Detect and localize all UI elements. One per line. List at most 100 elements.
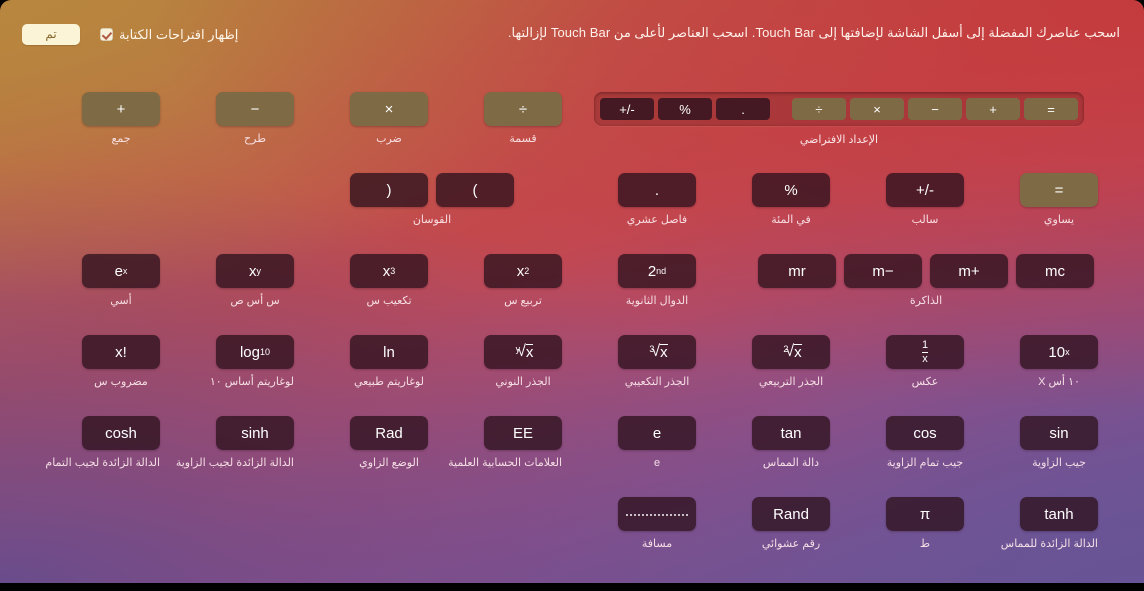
key-log10[interactable]: log 10 [216,335,294,369]
palette-item-add[interactable]: + جمع [82,92,160,146]
palette-item-reciprocal[interactable]: 1x عكس [886,335,964,389]
key-percent[interactable]: % [752,173,830,207]
key-random[interactable]: Rand [752,497,830,531]
touchbar-key-divide[interactable]: ÷ [792,98,846,120]
key-rad[interactable]: Rad [350,416,428,450]
touchbar-key-decimal[interactable]: . [716,98,770,120]
key-tanh[interactable]: tanh [1020,497,1098,531]
palette-item-subtract[interactable]: − طرح [216,92,294,146]
touchbar-key-add[interactable]: + [966,98,1020,120]
palette-item-percent[interactable]: % في المئة [752,173,830,227]
key-ee[interactable]: EE [484,416,562,450]
key-sign[interactable]: +/- [886,173,964,207]
palette-item-decimal[interactable]: . فاصل عشري [618,173,696,227]
touchbar-key-equals[interactable]: = [1024,98,1078,120]
touchbar-key-subtract[interactable]: − [908,98,962,120]
show-typing-suggestions-row[interactable]: إظهار اقتراحات الكتابة [100,24,238,45]
header-bar: اسحب عناصرك المفضلة إلى أسفل الشاشة لإضا… [0,0,1144,58]
touchbar-key-multiply[interactable]: × [850,98,904,120]
palette-item-tan[interactable]: tan دالة المماس [752,416,830,470]
key-multiply[interactable]: × [350,92,428,126]
caption-percent: في المئة [771,214,811,226]
key-paren-close[interactable]: ) [350,173,428,207]
caption-sin: جيب الزاوية [1032,457,1086,469]
palette-item-sinh[interactable]: sinh الدالة الزائدة لجيب الزاوية [176,416,294,470]
palette-item-ee[interactable]: EE العلامات الحسابية العلمية [448,416,562,470]
key-x-power-y[interactable]: xy [216,254,294,288]
palette-item-random[interactable]: Rand رقم عشوائي [752,497,830,551]
key-sin[interactable]: sin [1020,416,1098,450]
palette-row-trig: cosh الدالة الزائدة لجيب التمام sinh الد… [0,416,1144,492]
key-cos[interactable]: cos [886,416,964,450]
key-add[interactable]: + [82,92,160,126]
key-divide[interactable]: ÷ [484,92,562,126]
palette-row-logs-roots: x! مضروب س log 10 لوغاريتم أساس ١٠ ln لوغ… [0,335,1144,411]
key-cube[interactable]: x3 [350,254,428,288]
palette-item-tanh[interactable]: tanh الدالة الزائدة للمماس [1001,497,1098,551]
caption-exp: أسي [110,295,132,307]
key-e-constant[interactable]: e [618,416,696,450]
caption-subtract: طرح [244,133,266,145]
key-subtract[interactable]: − [216,92,294,126]
key-space[interactable] [618,497,696,531]
key-pi[interactable]: π [886,497,964,531]
caption-cube-root: الجذر التكعيبي [624,376,690,388]
current-touch-bar-strip[interactable]: = + − × ÷ . % +/- [594,92,1084,126]
palette-item-cube-root[interactable]: 3 √ x الجذر التكعيبي [618,335,696,389]
palette-item-nth-root[interactable]: y √ x الجذر النوني [484,335,562,389]
key-reciprocal[interactable]: 1x [886,335,964,369]
palette-item-factorial[interactable]: x! مضروب س [82,335,160,389]
palette-item-divide[interactable]: ÷ قسمة [484,92,562,146]
key-cosh[interactable]: cosh [82,416,160,450]
palette-item-memory-group[interactable]: mc m+ m− mr الذاكرة [754,254,1098,308]
key-memory-clear[interactable]: mc [1016,254,1094,288]
palette-item-parentheses[interactable]: ( ) القوسان [346,173,518,227]
done-button[interactable]: تم [22,24,80,45]
key-second-functions[interactable]: 2nd [618,254,696,288]
key-memory-recall[interactable]: mr [758,254,836,288]
palette-item-sin[interactable]: sin جيب الزاوية [1020,416,1098,470]
caption-nth-root: الجذر النوني [495,376,551,388]
palette-item-cube[interactable]: x3 تكعيب س [350,254,428,308]
palette-item-sign[interactable]: +/- سالب [886,173,964,227]
palette-item-square[interactable]: x2 تربيع س [484,254,562,308]
palette-item-pi[interactable]: π ط [886,497,964,551]
key-sinh[interactable]: sinh [216,416,294,450]
show-typing-suggestions-checkbox[interactable] [100,28,113,41]
key-square[interactable]: x2 [484,254,562,288]
key-memory-subtract[interactable]: m− [844,254,922,288]
key-cube-root[interactable]: 3 √ x [618,335,696,369]
palette-item-x-power-y[interactable]: xy س أس ص [216,254,294,308]
palette-item-equals[interactable]: = يساوي [1020,173,1098,227]
key-ln[interactable]: ln [350,335,428,369]
key-tan[interactable]: tan [752,416,830,450]
key-factorial[interactable]: x! [82,335,160,369]
touchbar-key-sign[interactable]: +/- [600,98,654,120]
key-nth-root[interactable]: y √ x [484,335,562,369]
touchbar-key-percent[interactable]: % [658,98,712,120]
caption-pi: ط [919,538,931,550]
palette-item-e-constant[interactable]: e e [618,416,696,470]
palette-item-exp[interactable]: ex أسي [82,254,160,308]
palette-item-ten-power-x[interactable]: 10 x ١٠ أس X [1020,335,1098,389]
palette-item-log10[interactable]: log 10 لوغاريتم أساس ١٠ [209,335,294,389]
palette-item-ln[interactable]: ln لوغاريتم طبيعي [350,335,428,389]
palette-item-multiply[interactable]: × ضرب [350,92,428,146]
palette-item-second-functions[interactable]: 2nd الدوال الثانوية [618,254,696,308]
key-square-root[interactable]: 2 √ x [752,335,830,369]
palette-item-rad[interactable]: Rad الوضع الزاوي [350,416,428,470]
key-equals[interactable]: = [1020,173,1098,207]
caption-log10: لوغاريتم أساس ١٠ [209,376,294,388]
palette-item-cosh[interactable]: cosh الدالة الزائدة لجيب التمام [45,416,160,470]
key-paren-open[interactable]: ( [436,173,514,207]
key-exp[interactable]: ex [82,254,160,288]
caption-multiply: ضرب [376,133,402,145]
palette-item-square-root[interactable]: 2 √ x الجذر التربيعي [752,335,830,389]
palette-row-basic: ( ) القوسان . فاصل عشري % في المئة +/- س… [0,173,1144,249]
palette-item-cos[interactable]: cos جيب تمام الزاوية [886,416,964,470]
key-memory-add[interactable]: m+ [930,254,1008,288]
palette-item-space[interactable]: مسافة [618,497,696,551]
key-decimal[interactable]: . [618,173,696,207]
caption-random: رقم عشوائي [761,538,821,550]
key-ten-power-x[interactable]: 10 x [1020,335,1098,369]
